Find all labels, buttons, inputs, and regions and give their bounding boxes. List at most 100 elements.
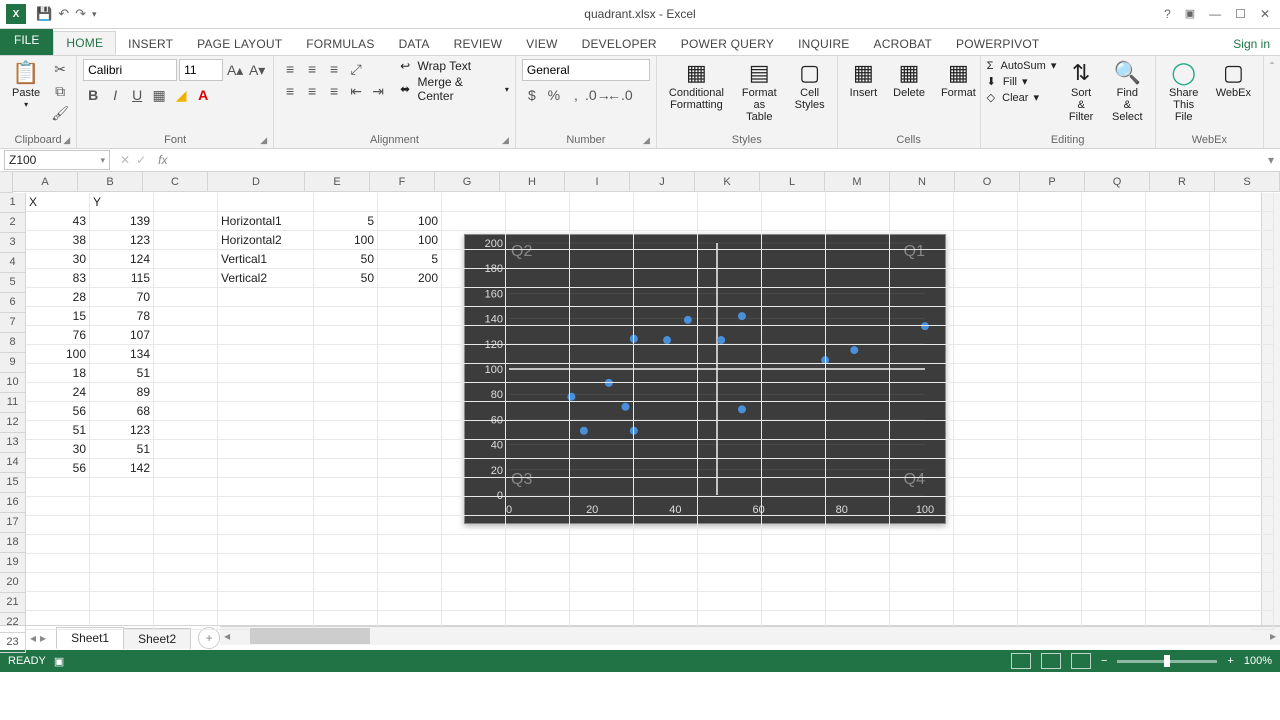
cell-E4[interactable]: 50	[314, 250, 378, 269]
cell-D4[interactable]: Vertical1	[218, 250, 314, 269]
column-header-K[interactable]: K	[695, 172, 760, 192]
tab-view[interactable]: VIEW	[514, 33, 569, 55]
row-header-14[interactable]: 14	[0, 453, 26, 473]
row-header-8[interactable]: 8	[0, 333, 26, 353]
copy-icon[interactable]: ⧉	[50, 81, 70, 101]
row-header-20[interactable]: 20	[0, 573, 26, 593]
cell-A8[interactable]: 76	[26, 326, 90, 345]
decrease-font-icon[interactable]: A▾	[247, 60, 267, 80]
row-header-3[interactable]: 3	[0, 233, 26, 253]
tab-formulas[interactable]: FORMULAS	[294, 33, 386, 55]
column-header-I[interactable]: I	[565, 172, 630, 192]
sheet-tab-sheet1[interactable]: Sheet1	[56, 627, 124, 649]
decrease-decimal-icon[interactable]: ←.0	[610, 85, 630, 105]
font-size-input[interactable]	[179, 59, 223, 81]
cell-B5[interactable]: 115	[90, 269, 154, 288]
decrease-indent-icon[interactable]: ⇤	[346, 81, 366, 101]
sheet-nav-prev-icon[interactable]: ◂	[30, 631, 36, 645]
tab-acrobat[interactable]: ACROBAT	[862, 33, 945, 55]
row-header-17[interactable]: 17	[0, 513, 26, 533]
share-file-button[interactable]: ◯Share This File	[1162, 59, 1206, 125]
zoom-slider[interactable]	[1117, 660, 1217, 663]
cell-F2[interactable]: 100	[378, 212, 442, 231]
row-header-6[interactable]: 6	[0, 293, 26, 313]
column-header-F[interactable]: F	[370, 172, 435, 192]
bold-button[interactable]: B	[83, 85, 103, 105]
border-button[interactable]: ▦	[149, 85, 169, 105]
select-all-corner[interactable]	[0, 172, 13, 193]
tab-page-layout[interactable]: PAGE LAYOUT	[185, 33, 294, 55]
fill-button[interactable]: ⬇ Fill ▾	[987, 75, 1057, 88]
cell-A10[interactable]: 18	[26, 364, 90, 383]
cell-B10[interactable]: 51	[90, 364, 154, 383]
cell-styles-button[interactable]: ▢Cell Styles	[789, 59, 831, 113]
tab-powerpivot[interactable]: POWERPIVOT	[944, 33, 1051, 55]
conditional-formatting-button[interactable]: ▦Conditional Formatting	[663, 59, 730, 113]
font-name-input[interactable]	[83, 59, 177, 81]
cell-A2[interactable]: 43	[26, 212, 90, 231]
column-header-M[interactable]: M	[825, 172, 890, 192]
column-header-L[interactable]: L	[760, 172, 825, 192]
row-header-12[interactable]: 12	[0, 413, 26, 433]
row-header-16[interactable]: 16	[0, 493, 26, 513]
cell-A9[interactable]: 100	[26, 345, 90, 364]
currency-icon[interactable]: $	[522, 85, 542, 105]
row-header-9[interactable]: 9	[0, 353, 26, 373]
cell-A7[interactable]: 15	[26, 307, 90, 326]
align-middle-icon[interactable]: ≡	[302, 59, 322, 79]
row-header-23[interactable]: 23	[0, 633, 26, 653]
column-header-S[interactable]: S	[1215, 172, 1280, 192]
page-break-view-button[interactable]	[1071, 653, 1091, 669]
cancel-formula-icon[interactable]: ✕	[120, 153, 130, 167]
sheet-nav-next-icon[interactable]: ▸	[40, 631, 46, 645]
sort-filter-button[interactable]: ⇅Sort & Filter	[1060, 59, 1102, 125]
row-header-22[interactable]: 22	[0, 613, 26, 633]
format-as-table-button[interactable]: ▤Format as Table	[734, 59, 785, 125]
clipboard-launcher-icon[interactable]: ◢	[63, 135, 70, 146]
tab-insert[interactable]: INSERT	[116, 33, 185, 55]
tab-data[interactable]: DATA	[387, 33, 442, 55]
align-right-icon[interactable]: ≡	[324, 81, 344, 101]
column-header-J[interactable]: J	[630, 172, 695, 192]
cell-B14[interactable]: 51	[90, 440, 154, 459]
cell-A15[interactable]: 56	[26, 459, 90, 478]
fx-icon[interactable]: fx	[158, 153, 167, 167]
enter-formula-icon[interactable]: ✓	[136, 153, 146, 167]
tab-inquire[interactable]: INQUIRE	[786, 33, 861, 55]
fill-color-button[interactable]: ◢	[171, 85, 191, 105]
increase-decimal-icon[interactable]: .0→	[588, 85, 608, 105]
tab-power-query[interactable]: POWER QUERY	[669, 33, 786, 55]
column-header-D[interactable]: D	[208, 172, 305, 192]
column-header-A[interactable]: A	[13, 172, 78, 192]
clear-button[interactable]: ◇ Clear ▾	[987, 91, 1057, 104]
row-header-1[interactable]: 1	[0, 193, 26, 213]
column-header-G[interactable]: G	[435, 172, 500, 192]
cell-F5[interactable]: 200	[378, 269, 442, 288]
cell-B3[interactable]: 123	[90, 231, 154, 250]
format-painter-icon[interactable]: 🖌	[50, 103, 70, 123]
cell-A4[interactable]: 30	[26, 250, 90, 269]
font-color-button[interactable]: A	[193, 85, 213, 105]
tab-review[interactable]: REVIEW	[442, 33, 515, 55]
insert-cells-button[interactable]: ▦Insert	[844, 59, 884, 101]
cell-A6[interactable]: 28	[26, 288, 90, 307]
column-header-Q[interactable]: Q	[1085, 172, 1150, 192]
cell-A1[interactable]: X	[26, 193, 90, 212]
horizontal-scrollbar[interactable]: ◂ ▸	[220, 626, 1280, 645]
cell-B7[interactable]: 78	[90, 307, 154, 326]
cell-A3[interactable]: 38	[26, 231, 90, 250]
cell-B2[interactable]: 139	[90, 212, 154, 231]
cell-D2[interactable]: Horizontal1	[218, 212, 314, 231]
cell-A11[interactable]: 24	[26, 383, 90, 402]
cell-B13[interactable]: 123	[90, 421, 154, 440]
column-header-R[interactable]: R	[1150, 172, 1215, 192]
row-header-11[interactable]: 11	[0, 393, 26, 413]
find-select-button[interactable]: 🔍Find & Select	[1106, 59, 1149, 125]
expand-formula-bar-icon[interactable]: ▾	[1262, 153, 1280, 167]
cell-A14[interactable]: 30	[26, 440, 90, 459]
zoom-out-button[interactable]: −	[1101, 655, 1107, 667]
webex-button[interactable]: ▢WebEx	[1210, 59, 1257, 101]
autosum-button[interactable]: Σ AutoSum ▾	[987, 59, 1057, 72]
number-format-select[interactable]	[522, 59, 650, 81]
sign-in-link[interactable]: Sign in	[1223, 33, 1280, 55]
